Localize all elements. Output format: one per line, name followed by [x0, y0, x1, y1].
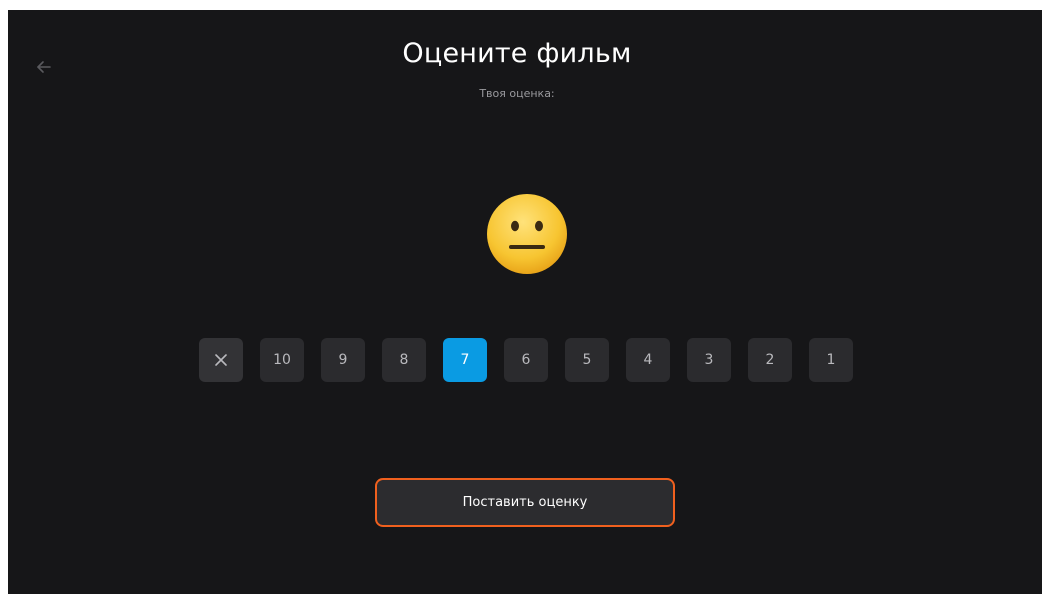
neutral-face-icon [486, 193, 568, 275]
rating-selector: 10 9 8 7 6 5 4 3 2 1 [199, 338, 853, 382]
submit-rating-button[interactable]: Поставить оценку [375, 478, 675, 527]
rating-option-3[interactable]: 3 [687, 338, 731, 382]
rating-option-9[interactable]: 9 [321, 338, 365, 382]
rating-option-10[interactable]: 10 [260, 338, 304, 382]
page-title: Оцените фильм [402, 38, 632, 69]
page-subtitle: Твоя оценка: [479, 87, 555, 100]
rating-option-5[interactable]: 5 [565, 338, 609, 382]
clear-rating-button[interactable] [199, 338, 243, 382]
rating-option-7[interactable]: 7 [443, 338, 487, 382]
rating-option-2[interactable]: 2 [748, 338, 792, 382]
rating-option-6[interactable]: 6 [504, 338, 548, 382]
rating-option-8[interactable]: 8 [382, 338, 426, 382]
close-icon [215, 354, 227, 366]
rating-option-1[interactable]: 1 [809, 338, 853, 382]
rating-option-4[interactable]: 4 [626, 338, 670, 382]
